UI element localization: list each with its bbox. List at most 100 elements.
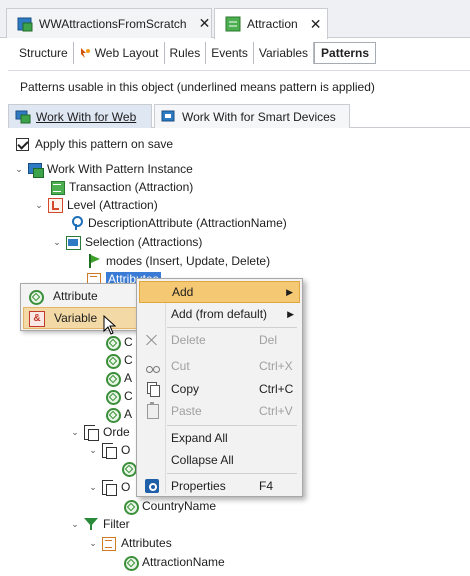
tree-node-label: O <box>121 443 131 457</box>
tab-label: Work With for Web <box>36 109 137 124</box>
patterns-info-text: Patterns usable in this object (underlin… <box>20 80 375 94</box>
tree-node-label: C <box>124 335 133 349</box>
attribute-icon <box>104 388 121 405</box>
doc-tab-label: Attraction <box>247 17 298 31</box>
level-icon <box>47 197 63 213</box>
chevron-down-icon[interactable]: ⌄ <box>70 519 80 529</box>
menu-item-label: Variable <box>54 311 98 325</box>
properties-icon <box>139 475 165 497</box>
chevron-down-icon[interactable]: ⌄ <box>52 237 62 247</box>
close-icon[interactable]: ✕ <box>310 16 322 33</box>
menu-item-label: Copy <box>171 382 200 396</box>
tab-web-layout[interactable]: Web Layout <box>74 42 165 64</box>
menu-item-shortcut: Ctrl+X <box>259 359 293 373</box>
divider <box>8 70 470 71</box>
tree-node-level[interactable]: ⌄ Level (Attraction) <box>34 196 158 214</box>
tree-node-attraction-name[interactable]: AttractionName <box>122 553 225 571</box>
close-icon[interactable]: ✕ <box>199 15 211 32</box>
tree-node-filter[interactable]: ⌄ Filter <box>70 515 130 533</box>
menu-item-paste[interactable]: Paste Ctrl+V <box>139 400 300 422</box>
transaction-icon <box>225 16 241 32</box>
tree-node-label: A <box>124 407 133 421</box>
tab-structure[interactable]: Structure <box>14 42 74 64</box>
chevron-down-icon[interactable]: ⌄ <box>88 482 98 492</box>
chevron-down-icon[interactable]: ⌄ <box>34 200 44 210</box>
menu-item-shortcut: Ctrl+V <box>259 404 293 418</box>
tree-node-label: Level (Attraction) <box>67 198 158 212</box>
menu-item-cut[interactable]: Cut Ctrl+X <box>139 355 300 377</box>
tree-node-description-attribute[interactable]: DescriptionAttribute (AttractionName) <box>68 214 287 232</box>
tab-work-with-smart-devices[interactable]: Work With for Smart Devices <box>154 104 350 128</box>
tree-node-attribute[interactable]: A <box>104 369 132 387</box>
orders-icon <box>83 424 99 441</box>
tab-work-with-web[interactable]: Work With for Web <box>8 104 152 128</box>
tab-variables[interactable]: Variables <box>254 42 315 64</box>
menu-item-add[interactable]: Add ▶ <box>139 281 300 303</box>
menu-item-label: Delete <box>171 333 206 347</box>
context-menu: Add ▶ Add (from default) ▶ Delete Del Cu… <box>136 278 303 497</box>
menu-item-attribute[interactable]: Attribute <box>23 285 137 307</box>
menu-separator <box>167 327 297 328</box>
transaction-icon <box>49 179 65 195</box>
menu-item-label: Expand All <box>171 431 228 445</box>
tab-events[interactable]: Events <box>206 42 254 64</box>
chevron-down-icon[interactable]: ⌄ <box>88 538 98 548</box>
tree-node-label: C <box>124 389 133 403</box>
tree-node-attribute[interactable]: C <box>104 351 133 369</box>
tree-node-label: modes (Insert, Update, Delete) <box>106 254 271 268</box>
doc-tab-attraction[interactable]: Attraction ✕ <box>214 8 328 39</box>
attribute-icon <box>104 352 121 369</box>
tree-node-label: AttractionName <box>142 555 225 569</box>
tree-node-label: C <box>124 353 133 367</box>
tree-node-modes[interactable]: modes (Insert, Update, Delete) <box>86 252 270 270</box>
chevron-down-icon[interactable]: ⌄ <box>14 164 24 174</box>
attribute-icon <box>104 370 121 387</box>
tree-node-orders[interactable]: ⌄ Orde <box>70 423 130 441</box>
tree-node-transaction[interactable]: Transaction (Attraction) <box>49 178 193 196</box>
tab-label: Work With for Smart Devices <box>182 109 336 124</box>
menu-item-label: Add (from default) <box>171 307 268 321</box>
menu-item-expand-all[interactable]: Expand All <box>139 427 300 449</box>
attributes-icon <box>101 535 117 551</box>
tree-node-filter-attributes[interactable]: ⌄ Attributes <box>88 534 172 552</box>
apply-pattern-checkbox[interactable] <box>16 137 29 151</box>
tree-node-label: Transaction (Attraction) <box>69 180 194 194</box>
menu-item-properties[interactable]: Properties F4 <box>139 475 300 497</box>
tree-node-selection[interactable]: ⌄ Selection (Attractions) <box>52 233 202 251</box>
chevron-down-icon[interactable]: ⌄ <box>70 427 80 437</box>
tree-node-country-name[interactable]: CountryName <box>122 497 216 515</box>
menu-item-copy[interactable]: Copy Ctrl+C <box>139 378 300 400</box>
doc-tab-wwattractions[interactable]: WWAttractionsFromScratch ✕ <box>6 8 212 38</box>
attribute-icon <box>122 554 139 571</box>
tree-node-attribute[interactable]: A <box>104 405 132 423</box>
tree-node-order[interactable]: ⌄ O <box>88 441 130 459</box>
menu-item-shortcut: Ctrl+C <box>259 382 294 396</box>
tree-node-label: A <box>124 371 133 385</box>
menu-item-label: Add <box>172 285 194 299</box>
copy-icon <box>139 378 165 400</box>
menu-item-add-from-default[interactable]: Add (from default) ▶ <box>139 303 300 325</box>
smart-devices-icon <box>161 110 177 124</box>
cut-icon <box>139 355 165 377</box>
chevron-down-icon[interactable]: ⌄ <box>88 445 98 455</box>
tree-node-root[interactable]: ⌄ Work With Pattern Instance <box>14 160 193 178</box>
apply-pattern-row[interactable]: Apply this pattern on save <box>16 137 173 151</box>
tree-node-order[interactable]: ⌄ O <box>88 478 130 496</box>
tree-node-attribute[interactable]: C <box>104 333 133 351</box>
tree-node-label: Orde <box>103 425 130 439</box>
tree-node-label: Filter <box>103 517 130 531</box>
menu-item-variable[interactable]: Variable <box>23 307 137 329</box>
tree-node-label: O <box>121 480 131 494</box>
menu-separator <box>167 425 297 426</box>
submenu-arrow-icon: ▶ <box>287 308 294 319</box>
key-icon <box>68 215 84 231</box>
menu-item-collapse-all[interactable]: Collapse All <box>139 449 300 471</box>
tab-rules[interactable]: Rules <box>165 42 207 64</box>
order-icon <box>101 442 117 459</box>
tree-node-attribute[interactable]: C <box>104 387 133 405</box>
tab-patterns[interactable]: Patterns <box>314 42 377 64</box>
menu-item-delete[interactable]: Delete Del <box>139 329 300 351</box>
order-icon <box>101 479 117 496</box>
attribute-icon <box>120 460 137 477</box>
attribute-icon <box>104 334 121 351</box>
